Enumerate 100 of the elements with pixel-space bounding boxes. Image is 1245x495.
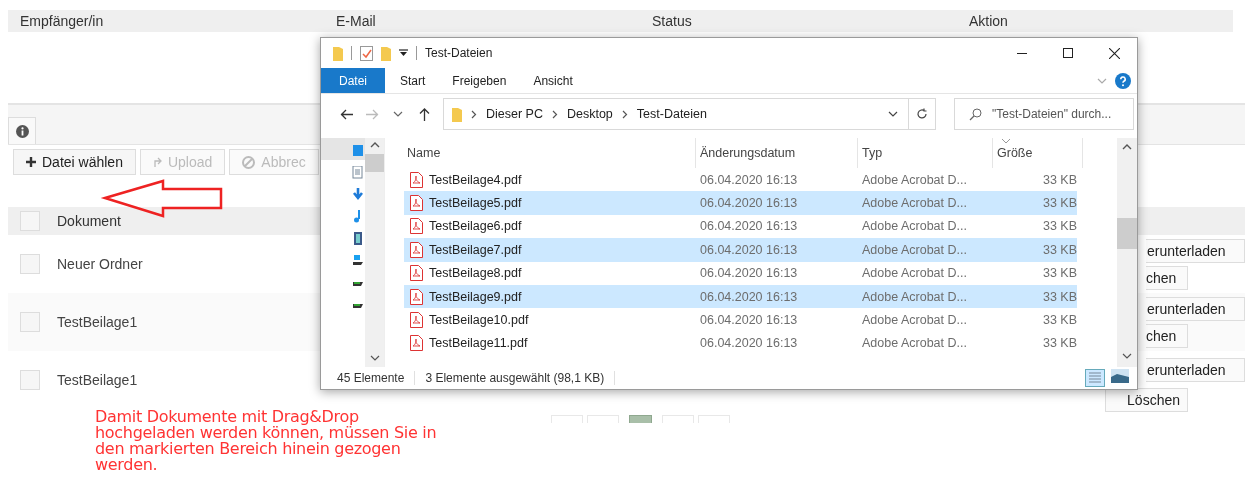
file-type: Adobe Acrobat D...	[861, 336, 968, 351]
file-row[interactable]: TestBeilage7.pdf 06.04.2020 16:13 Adobe Acrobat D... 33 KB	[404, 238, 1077, 262]
info-tab[interactable]	[8, 117, 36, 144]
pdf-file-icon	[410, 288, 423, 305]
windows-drive-icon[interactable]	[351, 254, 365, 267]
document-name: Neuer Ordner	[57, 256, 143, 272]
file-name: TestBeilage9.pdf	[429, 289, 522, 304]
file-type: Adobe Acrobat D...	[861, 219, 968, 234]
file-type: Adobe Acrobat D...	[861, 313, 968, 328]
file-row[interactable]: TestBeilage5.pdf 06.04.2020 16:13 Adobe Acrobat D... 33 KB	[404, 191, 1077, 215]
checkbox[interactable]	[20, 254, 40, 274]
scrollbar-thumb[interactable]	[365, 154, 384, 172]
search-field[interactable]: "Test-Dateien" durch...	[954, 98, 1134, 130]
file-size: 33 KB	[1041, 313, 1077, 328]
chevron-up-icon[interactable]	[369, 142, 380, 148]
file-date: 06.04.2020 16:13	[699, 313, 799, 328]
recent-locations-icon[interactable]	[393, 111, 403, 117]
pdf-file-icon	[410, 265, 423, 282]
dropdown-icon[interactable]	[399, 49, 408, 57]
file-row[interactable]: TestBeilage8.pdf 06.04.2020 16:13 Adobe Acrobat D... 33 KB	[404, 261, 1077, 285]
file-size: 33 KB	[1041, 289, 1077, 304]
file-size: 33 KB	[1041, 196, 1077, 211]
cancel-icon	[242, 155, 256, 169]
film-icon[interactable]	[351, 232, 365, 245]
column-header: E-Mail	[336, 13, 377, 29]
details-view-icon[interactable]	[1085, 369, 1105, 387]
file-name: TestBeilage4.pdf	[429, 172, 522, 187]
file-date: 06.04.2020 16:13	[699, 172, 799, 187]
document-icon[interactable]	[351, 166, 365, 179]
file-name: TestBeilage7.pdf	[429, 242, 522, 257]
scrollbar-thumb[interactable]	[1117, 218, 1137, 249]
breadcrumb-item[interactable]: Test-Dateien	[636, 107, 707, 121]
delete-button[interactable]: Löschen	[1105, 388, 1188, 412]
refresh-icon[interactable]	[916, 108, 928, 120]
folder-icon	[381, 45, 391, 61]
document-name: TestBeilage1	[57, 314, 138, 330]
file-row[interactable]: TestBeilage4.pdf 06.04.2020 16:13 Adobe Acrobat D... 33 KB	[404, 168, 1077, 192]
file-name: TestBeilage8.pdf	[429, 266, 522, 281]
arrow-down-icon[interactable]	[351, 188, 365, 201]
column-header[interactable]: Name	[403, 138, 696, 168]
selection-info: 3 Elemente ausgewählt (98,1 KB)	[414, 371, 616, 385]
delete-button[interactable]: chen	[1146, 323, 1188, 348]
ribbon-tab[interactable]: Freigeben	[440, 68, 519, 93]
expand-ribbon-icon[interactable]	[1097, 77, 1107, 84]
forward-arrow-icon[interactable]	[365, 108, 379, 120]
chevron-down-icon[interactable]	[1122, 353, 1132, 359]
column-header: Dokument	[57, 213, 121, 229]
file-name: TestBeilage10.pdf	[429, 313, 529, 328]
breadcrumb-item[interactable]: Dieser PC	[486, 107, 543, 121]
plus-button[interactable]: Datei wählen	[13, 149, 136, 175]
breadcrumb-item[interactable]: Desktop	[566, 107, 613, 121]
checkbox[interactable]	[20, 312, 40, 332]
file-size: 33 KB	[1041, 242, 1077, 257]
column-header[interactable]: Änderungsdatum	[696, 138, 858, 168]
drag-drop-hint: Damit Dokumente mit Drag&Drop hochgeladen werden können, müssen Sie in den markierten Bereich hinein gezogen werden.	[95, 409, 438, 473]
checkbox[interactable]	[20, 370, 40, 390]
document-name: TestBeilage1	[57, 372, 138, 388]
file-size: 33 KB	[1041, 219, 1077, 234]
file-date: 06.04.2020 16:13	[699, 266, 799, 281]
column-header[interactable]: Typ	[858, 138, 993, 168]
ribbon-tab[interactable]: Start	[388, 68, 438, 93]
file-type: Adobe Acrobat D...	[861, 242, 968, 257]
thumbnail-view-icon[interactable]	[1111, 369, 1129, 383]
checkbox[interactable]	[20, 211, 40, 231]
delete-button[interactable]: chen	[1146, 265, 1188, 290]
minimize-icon	[1017, 52, 1027, 54]
file-type: Adobe Acrobat D...	[861, 172, 968, 187]
back-arrow-icon[interactable]	[339, 108, 353, 120]
file-row[interactable]: TestBeilage10.pdf 06.04.2020 16:13 Adobe Acrobat D... 33 KB	[404, 308, 1077, 332]
chevron-down-icon[interactable]	[369, 355, 380, 361]
download-button[interactable]: erunterladen	[1146, 296, 1245, 321]
file-row[interactable]: TestBeilage11.pdf 06.04.2020 16:13 Adobe Acrobat D... 33 KB	[404, 331, 1077, 356]
item-count: 45 Elemente	[337, 371, 405, 385]
help-icon[interactable]	[1115, 72, 1131, 89]
pdf-file-icon	[410, 195, 423, 212]
ribbon-tab[interactable]: Ansicht	[521, 68, 585, 93]
chevron-right-icon	[621, 109, 628, 119]
ribbon-tab[interactable]: Datei	[321, 68, 385, 93]
file-name: TestBeilage5.pdf	[429, 196, 522, 211]
up-arrow-icon[interactable]	[418, 107, 430, 121]
chevron-right-icon	[471, 109, 477, 119]
address-dropdown-icon[interactable]	[888, 111, 898, 117]
file-row[interactable]: TestBeilage9.pdf 06.04.2020 16:13 Adobe Acrobat D... 33 KB	[404, 284, 1077, 309]
properties-icon[interactable]	[360, 45, 373, 61]
chevron-up-icon[interactable]	[1122, 144, 1132, 150]
column-header: Status	[652, 13, 693, 29]
column-header[interactable]: Größe	[993, 138, 1083, 168]
download-button[interactable]: erunterladen	[1146, 358, 1245, 382]
address-bar[interactable]: Dieser PC Desktop Test-Dateien	[443, 98, 936, 130]
pdf-file-icon	[410, 171, 423, 188]
file-date: 06.04.2020 16:13	[699, 196, 799, 211]
square-icon[interactable]	[351, 144, 365, 157]
column-header: Aktion	[969, 13, 1009, 29]
file-row[interactable]: TestBeilage6.pdf 06.04.2020 16:13 Adobe Acrobat D... 33 KB	[404, 214, 1077, 239]
scrollbar[interactable]	[365, 138, 384, 367]
scrollbar[interactable]	[1117, 138, 1137, 367]
file-type: Adobe Acrobat D...	[861, 289, 968, 304]
file-type: Adobe Acrobat D...	[861, 266, 968, 281]
upload-arrow-icon	[152, 157, 162, 167]
download-button[interactable]: erunterladen	[1146, 238, 1245, 263]
